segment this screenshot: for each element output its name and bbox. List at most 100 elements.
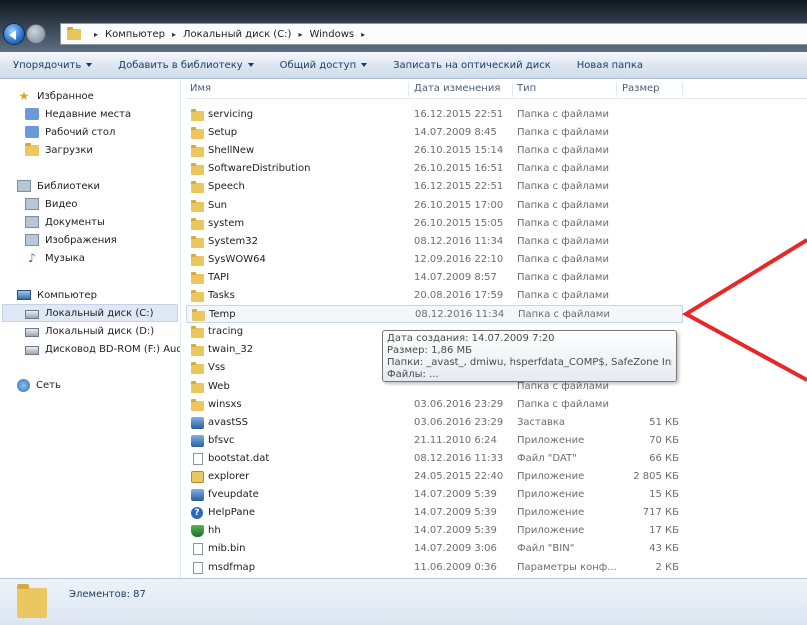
- file-name: hh: [208, 525, 221, 537]
- breadcrumb-drive-c[interactable]: Локальный диск (C:): [183, 29, 292, 40]
- folder-icon: [191, 145, 204, 158]
- nav-documents[interactable]: Документы: [25, 213, 105, 231]
- video-library-icon: [25, 198, 39, 210]
- file-row[interactable]: mib.bin 14.07.2009 3:06 Файл "BIN" 43 КБ: [186, 540, 807, 558]
- folder-icon: [191, 271, 204, 284]
- address-bar[interactable]: ▸ Компьютер ▸ Локальный диск (C:) ▸ Wind…: [60, 23, 807, 45]
- nav-music[interactable]: ♪ Музыка: [25, 249, 85, 267]
- folder-icon: [191, 398, 204, 411]
- star-icon: ★: [18, 89, 30, 103]
- file-type: Заставка: [517, 416, 566, 428]
- file-row[interactable]: Setup 14.07.2009 8:45 Папка с файлами: [186, 124, 807, 142]
- file-name: mib.bin: [208, 543, 246, 555]
- breadcrumb-computer[interactable]: Компьютер: [105, 29, 165, 40]
- file-date: 14.07.2009 3:06: [414, 543, 497, 555]
- file-date: 21.11.2010 6:24: [414, 434, 497, 446]
- column-divider[interactable]: [512, 82, 513, 97]
- file-row[interactable]: msdfmap 11.06.2009 0:36 Параметры конф... 2…: [186, 559, 807, 577]
- file-row[interactable]: System32 08.12.2016 11:34 Папка с файлами: [186, 233, 807, 251]
- file-row[interactable]: ? HelpPane 14.07.2009 5:39 Приложение 717 КБ: [186, 504, 807, 522]
- organize-button[interactable]: Упорядочить: [0, 60, 105, 71]
- chevron-right-icon[interactable]: ▸: [172, 30, 176, 39]
- nav-libraries[interactable]: Библиотеки: [17, 177, 100, 195]
- file-row[interactable]: Sun 26.10.2015 17:00 Папка с файлами: [186, 197, 807, 215]
- burn-button[interactable]: Записать на оптический диск: [380, 60, 564, 71]
- new-folder-button[interactable]: Новая папка: [564, 60, 656, 71]
- file-name: Web: [208, 380, 230, 392]
- nav-label: Дисковод BD-ROM (F:) Aud: [45, 343, 180, 355]
- nav-favorites[interactable]: ★ Избранное: [17, 87, 94, 105]
- file-row[interactable]: Speech 16.12.2015 22:51 Папка с файлами: [186, 178, 807, 196]
- nav-recent-places[interactable]: Недавние места: [25, 105, 131, 123]
- nav-video[interactable]: Видео: [25, 195, 78, 213]
- file-row[interactable]: ShellNew 26.10.2015 15:14 Папка с файлами: [186, 142, 807, 160]
- share-button[interactable]: Общий доступ: [267, 60, 380, 71]
- file-row[interactable]: bfsvc 21.11.2010 6:24 Приложение 70 КБ: [186, 432, 807, 450]
- nav-drive-d[interactable]: Локальный диск (D:): [25, 322, 154, 340]
- column-divider[interactable]: [408, 82, 409, 97]
- folder-icon: [191, 253, 204, 266]
- nav-network[interactable]: Сеть: [17, 376, 61, 394]
- folder-icon: [67, 26, 81, 40]
- file-row[interactable]: SoftwareDistribution 26.10.2015 16:51 Папк…: [186, 160, 807, 178]
- nav-label: Документы: [45, 216, 105, 228]
- nav-label: Рабочий стол: [45, 126, 116, 138]
- desktop-icon: [25, 126, 39, 138]
- file-row[interactable]: winsxs 03.06.2016 23:29 Папка с файлами: [186, 396, 807, 414]
- file-name: HelpPane: [208, 507, 255, 519]
- file-type: Папка с файлами: [517, 145, 609, 157]
- file-row[interactable]: bootstat.dat 08.12.2016 11:33 Файл "DAT" 66…: [186, 450, 807, 468]
- hard-drive-icon: [25, 327, 39, 337]
- chevron-right-icon[interactable]: ▸: [361, 30, 365, 39]
- file-row[interactable]: fveupdate 14.07.2009 5:39 Приложение 15 КБ: [186, 486, 807, 504]
- file-row[interactable]: hh 14.07.2009 5:39 Приложение 17 КБ: [186, 522, 807, 540]
- file-date: 26.10.2015 16:51: [414, 163, 504, 175]
- folder-icon: [192, 309, 205, 322]
- chevron-right-icon[interactable]: ▸: [94, 30, 98, 39]
- file-row[interactable]: SysWOW64 12.09.2016 22:10 Папка с файлами: [186, 251, 807, 269]
- file-row[interactable]: TAPI 14.07.2009 8:57 Папка с файлами: [186, 269, 807, 287]
- column-divider[interactable]: [616, 82, 617, 97]
- file-row[interactable]: explorer 24.05.2015 22:40 Приложение 2 805 …: [186, 468, 807, 486]
- recent-places-icon: [25, 108, 39, 120]
- file-size: 717 КБ: [642, 507, 679, 519]
- libraries-icon: [17, 180, 31, 192]
- nav-images[interactable]: Изображения: [25, 231, 117, 249]
- tooltip-size: Размер: 1,86 МБ: [387, 345, 472, 356]
- forward-button[interactable]: [26, 24, 46, 44]
- file-row[interactable]: avastSS 03.06.2016 23:29 Заставка 51 КБ: [186, 414, 807, 432]
- nav-drive-c[interactable]: Локальный диск (C:): [2, 304, 178, 322]
- column-header-name[interactable]: Имя: [190, 83, 211, 94]
- file-row[interactable]: Tasks 20.08.2016 17:59 Папка с файлами: [186, 287, 807, 305]
- tooltip-files: Файлы: ...: [387, 369, 439, 380]
- file-row[interactable]: Temp 08.12.2016 11:34 Папка с файлами: [186, 305, 683, 324]
- nav-downloads[interactable]: Загрузки: [25, 141, 93, 159]
- nav-computer[interactable]: Компьютер: [17, 286, 97, 304]
- column-header-type[interactable]: Тип: [517, 83, 536, 94]
- file-name: SoftwareDistribution: [208, 163, 311, 175]
- back-button[interactable]: [3, 23, 25, 45]
- file-date: 26.10.2015 15:05: [414, 217, 504, 229]
- file-type: Папка с файлами: [517, 235, 609, 247]
- file-name: ShellNew: [208, 145, 255, 157]
- nav-drive-f[interactable]: Дисковод BD-ROM (F:) Aud: [25, 340, 180, 358]
- chevron-right-icon[interactable]: ▸: [298, 30, 302, 39]
- file-type: Папка с файлами: [517, 163, 609, 175]
- nav-desktop[interactable]: Рабочий стол: [25, 123, 115, 141]
- app-icon: [191, 434, 204, 447]
- nav-label: Сеть: [36, 379, 61, 391]
- column-header-size[interactable]: Размер: [622, 83, 660, 94]
- documents-library-icon: [25, 216, 39, 228]
- folder-icon: [191, 199, 204, 212]
- nav-label: Компьютер: [37, 289, 97, 301]
- file-row[interactable]: servicing 16.12.2015 22:51 Папка с файлами: [186, 106, 807, 124]
- file-name: explorer: [208, 471, 250, 482]
- column-divider[interactable]: [682, 82, 683, 97]
- add-to-library-button[interactable]: Добавить в библиотеку: [105, 60, 266, 71]
- breadcrumb-windows[interactable]: Windows: [309, 29, 354, 40]
- column-header-date[interactable]: Дата изменения: [414, 83, 500, 94]
- pane-splitter[interactable]: [180, 80, 185, 578]
- file-row[interactable]: system 26.10.2015 15:05 Папка с файлами: [186, 215, 807, 233]
- file-type: Папка с файлами: [517, 253, 609, 265]
- folder-icon: [191, 109, 204, 121]
